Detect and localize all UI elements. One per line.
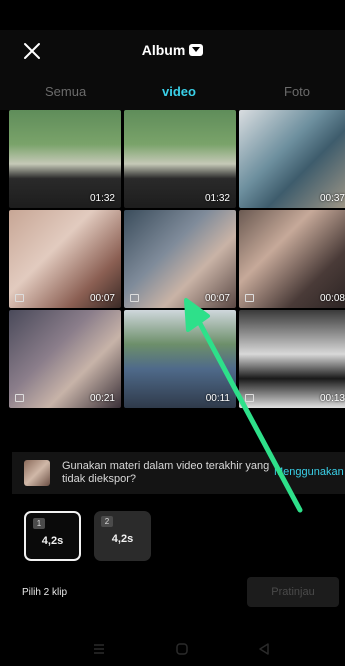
chevron-down-icon [189, 44, 204, 56]
clip-index: 2 [101, 516, 113, 527]
draft-prompt: Gunakan materi dalam video terakhir yang… [62, 460, 270, 485]
video-thumbnail[interactable]: 01:32 [9, 110, 121, 208]
clip-icon [15, 294, 24, 302]
video-thumbnail[interactable]: 00:21 [9, 310, 121, 408]
clip-icon [15, 394, 24, 402]
video-duration: 01:32 [89, 193, 115, 204]
home-icon[interactable] [175, 642, 189, 656]
video-duration: 00:21 [89, 393, 115, 404]
header: Album [0, 30, 345, 72]
clip-duration: 4,2s [111, 533, 134, 545]
video-duration: 00:13 [319, 393, 345, 404]
video-thumbnail[interactable]: 00:13 [239, 310, 345, 408]
clip-duration: 4,2s [41, 535, 64, 547]
use-draft-button[interactable]: Menggunakan [274, 466, 344, 478]
video-duration: 00:37 [319, 193, 345, 204]
album-title: Album [141, 42, 186, 58]
recent-apps-icon[interactable] [92, 642, 106, 656]
video-duration: 00:07 [89, 293, 115, 304]
tab-video[interactable]: video [162, 84, 196, 99]
status-bar [0, 0, 345, 30]
video-thumbnail[interactable]: 00:07 [124, 210, 236, 308]
video-thumbnail[interactable]: 00:11 [124, 310, 236, 408]
video-thumbnail[interactable]: 01:32 [124, 110, 236, 208]
back-icon[interactable] [257, 642, 271, 656]
clip-icon [130, 294, 139, 302]
system-nav-bar [0, 634, 345, 666]
video-thumbnail[interactable]: 00:07 [9, 210, 121, 308]
draft-thumbnail [24, 460, 50, 486]
selected-clip[interactable]: 2 4,2s [94, 511, 151, 561]
tab-photo[interactable]: Foto [284, 84, 310, 99]
video-duration: 01:32 [204, 193, 230, 204]
clip-icon [245, 394, 254, 402]
clip-index: 1 [33, 518, 45, 529]
tab-all[interactable]: Semua [45, 84, 86, 99]
video-thumbnail[interactable]: 00:37 [239, 110, 345, 208]
selection-count: Pilih 2 klip [22, 587, 68, 598]
video-thumbnail[interactable]: 00:08 [239, 210, 345, 308]
video-duration: 00:07 [204, 293, 230, 304]
clip-icon [245, 294, 254, 302]
selected-clip[interactable]: 1 4,2s [24, 511, 81, 561]
draft-banner: Gunakan materi dalam video terakhir yang… [12, 452, 345, 494]
video-duration: 00:11 [205, 393, 230, 404]
video-duration: 00:08 [319, 293, 345, 304]
album-selector[interactable]: Album [0, 42, 345, 58]
preview-button[interactable]: Pratinjau [247, 577, 339, 607]
media-tabs: Semua video Foto [0, 72, 345, 110]
